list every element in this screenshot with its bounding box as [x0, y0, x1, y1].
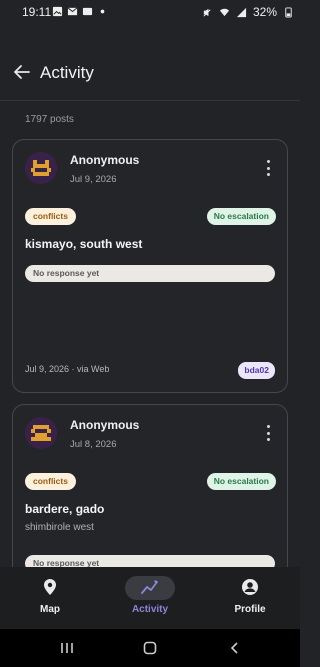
content-scroll[interactable]: Activity 1797 posts Anonymous Jul 9, 202… — [0, 0, 300, 567]
avatar — [25, 417, 57, 449]
page-title: Activity — [40, 63, 94, 82]
more-options-button[interactable] — [263, 160, 273, 176]
category-tag: conflicts — [25, 208, 76, 225]
more-options-button[interactable] — [263, 425, 273, 441]
category-tag: conflicts — [25, 473, 76, 490]
identicon-icon — [25, 152, 57, 184]
nav-label-profile: Profile — [234, 604, 266, 615]
recent-apps-button[interactable] — [58, 639, 76, 657]
nav-label-map: Map — [40, 604, 60, 615]
back-button[interactable] — [10, 60, 34, 84]
author-name: Anonymous — [70, 418, 140, 432]
bottom-navigation: Map Activity Profile — [0, 567, 300, 629]
system-back-button[interactable] — [226, 639, 244, 657]
post-date: Jul 9, 2026 — [70, 174, 117, 185]
response-status: No response yet — [25, 265, 275, 282]
arrow-back-icon — [14, 65, 30, 79]
home-icon — [143, 641, 157, 655]
post-code-badge: bda02 — [238, 362, 275, 379]
home-button[interactable] — [141, 639, 159, 657]
post-card[interactable]: Anonymous Jul 9, 2026 conflicts No escal… — [12, 139, 288, 393]
post-location: bardere, gado — [25, 502, 105, 516]
post-date: Jul 8, 2026 — [70, 439, 117, 450]
chevron-left-icon — [230, 642, 238, 654]
escalation-badge: No escalation — [206, 473, 276, 490]
post-footer: Jul 9, 2026 · via Web — [25, 364, 110, 374]
escalation-badge: No escalation — [206, 208, 276, 225]
recents-icon — [61, 643, 73, 653]
profile-icon — [240, 577, 260, 597]
nav-item-activity[interactable]: Activity — [100, 567, 200, 629]
author-name: Anonymous — [70, 153, 140, 167]
nav-label-activity: Activity — [131, 604, 169, 615]
identicon-icon — [25, 417, 57, 449]
nav-item-profile[interactable]: Profile — [200, 567, 300, 629]
avatar — [25, 152, 57, 184]
post-card[interactable]: Anonymous Jul 8, 2026 conflicts No escal… — [12, 404, 288, 567]
post-sublocation: shimbirole west — [25, 522, 94, 533]
nav-item-map[interactable]: Map — [0, 567, 100, 629]
post-location: kismayo, south west — [25, 237, 143, 251]
divider — [0, 100, 300, 101]
map-pin-icon — [40, 577, 60, 597]
posts-count: 1797 posts — [25, 114, 74, 125]
more-vert-icon — [266, 160, 270, 163]
app-bar: Activity — [0, 50, 300, 94]
response-status: No response yet — [25, 555, 275, 567]
activity-chart-icon — [140, 577, 160, 597]
system-navigation-bar — [0, 629, 300, 667]
more-vert-icon — [266, 425, 270, 428]
